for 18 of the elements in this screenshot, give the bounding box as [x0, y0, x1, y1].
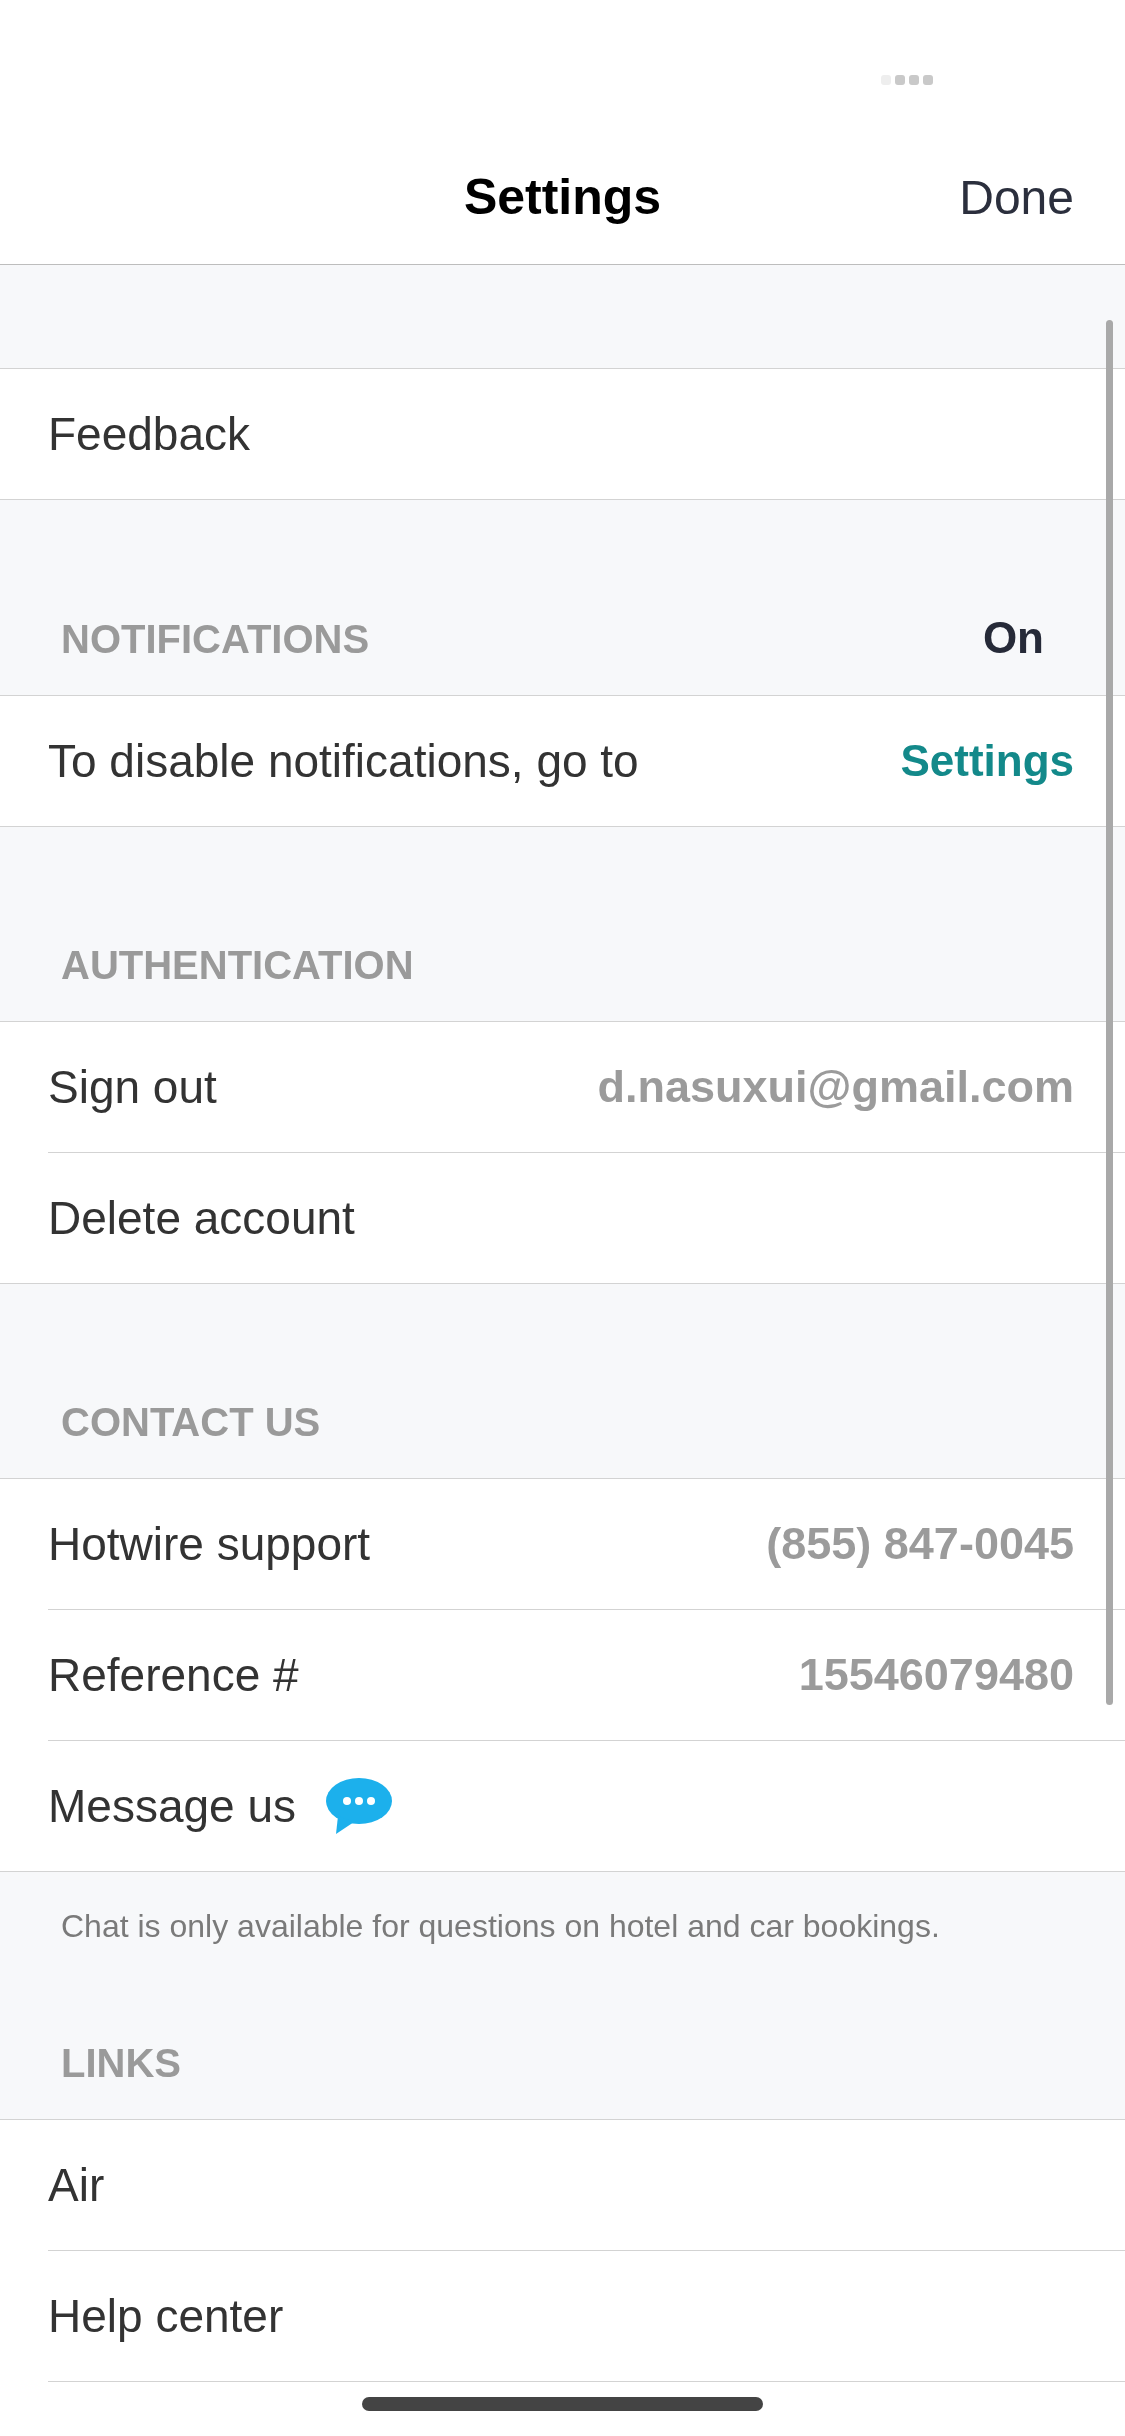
page-title: Settings [463, 168, 662, 226]
detail-text: d.nasuxui@gmail.com [597, 1061, 1074, 1113]
link[interactable]: Settings [900, 736, 1074, 786]
detail-text: (855) 847-0045 [766, 1518, 1074, 1570]
dots-icon [881, 75, 933, 85]
list-item[interactable]: Delete account [48, 1153, 1125, 1283]
section-header: CONTACT US [61, 1399, 321, 1446]
detail-text: 15546079480 [798, 1649, 1074, 1701]
hint-text: To disable notifications, go to [48, 734, 639, 788]
done-button[interactable]: Done [959, 169, 1074, 225]
list-item[interactable]: Help center [48, 2251, 1125, 2382]
section-header: AUTHENTICATION [61, 942, 414, 989]
list-item[interactable]: Air [48, 2120, 1125, 2251]
list-item[interactable]: Message us [48, 1741, 1125, 1871]
status-text: On [982, 614, 1044, 662]
section-header: NOTIFICATIONS [61, 616, 370, 663]
section-header: LINKS [61, 2040, 181, 2087]
footnote-text: Chat is only available for questions on hotel and car bookings. [60, 1907, 941, 1946]
